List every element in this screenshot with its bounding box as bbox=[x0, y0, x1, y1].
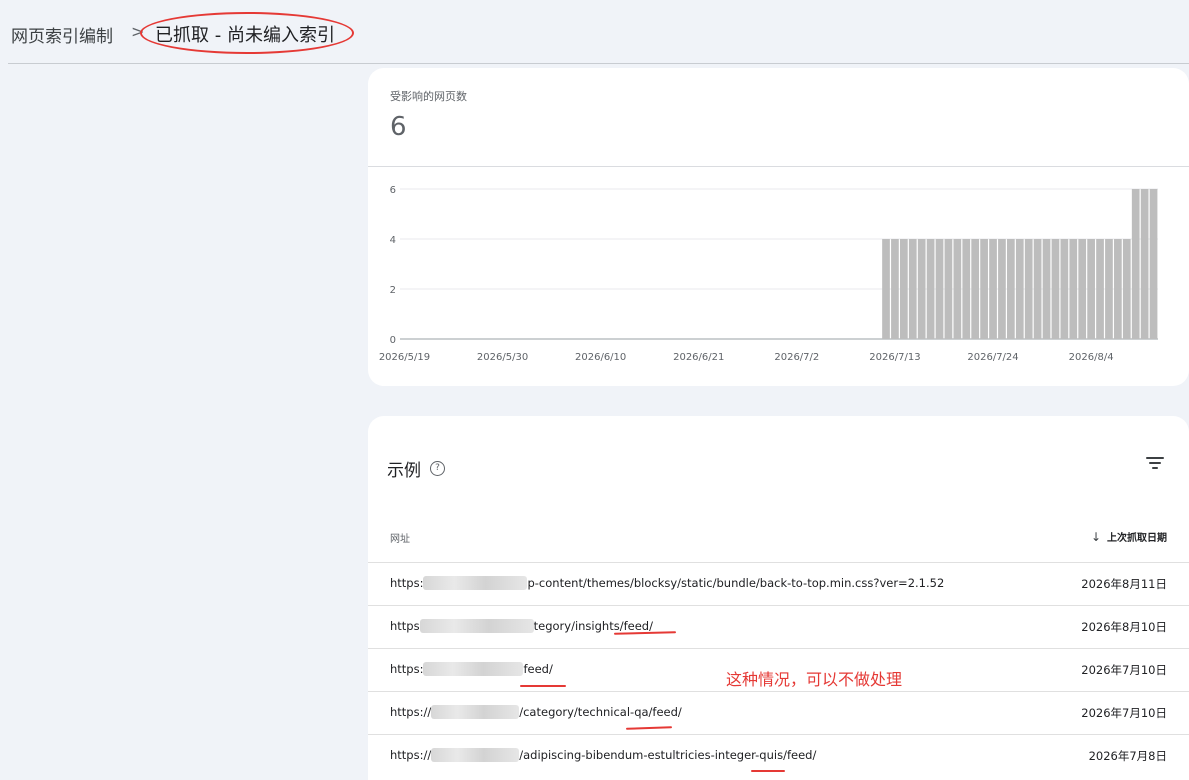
x-tick-label: 2026/7/2 bbox=[774, 352, 819, 363]
row-url[interactable]: https tegory/insights/feed/ bbox=[390, 619, 653, 633]
chart-bar bbox=[1024, 239, 1033, 339]
arrow-down-icon: ↓ bbox=[1090, 529, 1101, 544]
redacted-blur bbox=[423, 576, 528, 590]
table-row[interactable]: https tegory/insights/feed/ 2026年8月10日 bbox=[368, 605, 1189, 649]
row-url[interactable]: https: feed/ bbox=[390, 662, 553, 676]
chart-bar bbox=[908, 239, 917, 339]
red-underline-annotation bbox=[751, 770, 785, 772]
affected-pages-label: 受影响的网页数 bbox=[390, 90, 467, 103]
row-date: 2026年7月10日 bbox=[1081, 663, 1167, 677]
y-tick-label: 2 bbox=[390, 285, 396, 296]
x-tick-label: 2026/8/4 bbox=[1069, 352, 1114, 363]
y-tick-label: 4 bbox=[390, 235, 396, 246]
summary-divider bbox=[368, 166, 1189, 167]
chart-bar bbox=[998, 239, 1006, 339]
examples-title: 示例 bbox=[387, 461, 421, 481]
chart-bar bbox=[1007, 239, 1015, 339]
chart-bar bbox=[1122, 239, 1131, 339]
chart-bar bbox=[1069, 239, 1078, 339]
chart-bar bbox=[944, 239, 953, 339]
chart-bar bbox=[899, 239, 908, 339]
chart-bar bbox=[1131, 189, 1140, 339]
column-header-url: 网址 bbox=[390, 534, 410, 545]
chart-bar bbox=[980, 239, 988, 339]
chart-bar bbox=[1078, 239, 1087, 339]
row-date: 2026年8月10日 bbox=[1081, 620, 1167, 634]
row-url[interactable]: https:///category/technical-qa/feed/ bbox=[390, 705, 682, 719]
top-bar: 网页索引编制 > 已抓取 - 尚未编入索引 bbox=[0, 0, 1189, 64]
help-circle-icon[interactable]: ? bbox=[430, 461, 445, 476]
chart-bar bbox=[1114, 239, 1122, 339]
chart-bar bbox=[1060, 239, 1069, 339]
table-row[interactable]: https:///category/technical-qa/feed/ 202… bbox=[368, 691, 1189, 735]
red-underline-annotation bbox=[520, 685, 566, 687]
examples-card: 示例 ? 网址 ↓ 上次抓取日期 https: p-content/themes/… bbox=[368, 416, 1189, 780]
chart-bar bbox=[953, 239, 962, 339]
affected-pages-value: 6 bbox=[390, 112, 407, 142]
chart-bar bbox=[1015, 239, 1024, 339]
chart-bar bbox=[1105, 239, 1113, 339]
redacted-blur bbox=[419, 619, 534, 633]
chart-bar bbox=[1140, 189, 1149, 339]
row-url[interactable]: https: p-content/themes/blocksy/static/bu… bbox=[390, 576, 944, 590]
redacted-blur bbox=[431, 705, 520, 719]
chart-bar bbox=[1096, 239, 1104, 339]
x-tick-label: 2026/7/13 bbox=[869, 352, 920, 363]
chart-bar bbox=[1149, 189, 1158, 339]
chart-bar bbox=[935, 239, 944, 339]
chart-bar bbox=[989, 239, 997, 339]
affected-pages-chart: 0 2 4 6 2026/5/19 2026/5/30 2026/6/10 2026/6/21… bbox=[379, 185, 1158, 363]
x-tick-label: 2026/6/21 bbox=[673, 352, 724, 363]
chart-bar bbox=[1042, 239, 1051, 339]
chart-bar bbox=[962, 239, 971, 339]
chart-bar bbox=[1051, 239, 1060, 339]
breadcrumb-root[interactable]: 网页索引编制 bbox=[11, 22, 113, 47]
filter-icon[interactable] bbox=[1146, 456, 1166, 472]
y-tick-label: 0 bbox=[390, 335, 396, 346]
x-tick-label: 2026/6/10 bbox=[575, 352, 626, 363]
header-divider bbox=[8, 63, 1189, 64]
x-tick-label: 2026/5/30 bbox=[477, 352, 528, 363]
chart-bar bbox=[971, 239, 980, 339]
row-date: 2026年7月8日 bbox=[1088, 749, 1167, 763]
chart-bar bbox=[882, 239, 890, 339]
y-tick-label: 6 bbox=[390, 185, 396, 196]
redacted-blur bbox=[423, 662, 524, 676]
x-tick-label: 2026/7/24 bbox=[967, 352, 1018, 363]
row-url[interactable]: https:///adipiscing-bibendum-estultricie… bbox=[390, 748, 816, 762]
column-header-last-crawled[interactable]: ↓ 上次抓取日期 bbox=[1090, 529, 1167, 545]
chart-bar bbox=[1033, 239, 1042, 339]
chart-bar bbox=[926, 239, 935, 339]
chart-bar bbox=[917, 239, 926, 339]
redacted-blur bbox=[431, 748, 520, 762]
chart-bar bbox=[891, 239, 899, 339]
row-date: 2026年8月11日 bbox=[1081, 577, 1167, 591]
column-header-date-label: 上次抓取日期 bbox=[1107, 533, 1167, 544]
red-circle-annotation bbox=[140, 12, 354, 54]
chart-bar bbox=[1087, 239, 1095, 339]
red-note-annotation: 这种情况，可以不做处理 bbox=[726, 670, 903, 689]
x-tick-label: 2026/5/19 bbox=[379, 352, 430, 363]
table-row[interactable]: https: p-content/themes/blocksy/static/bu… bbox=[368, 562, 1189, 606]
summary-card: 受影响的网页数 6 0 2 4 6 2026/5/19 2026/5/30 2026/6/1… bbox=[368, 68, 1189, 386]
row-date: 2026年7月10日 bbox=[1081, 706, 1167, 720]
